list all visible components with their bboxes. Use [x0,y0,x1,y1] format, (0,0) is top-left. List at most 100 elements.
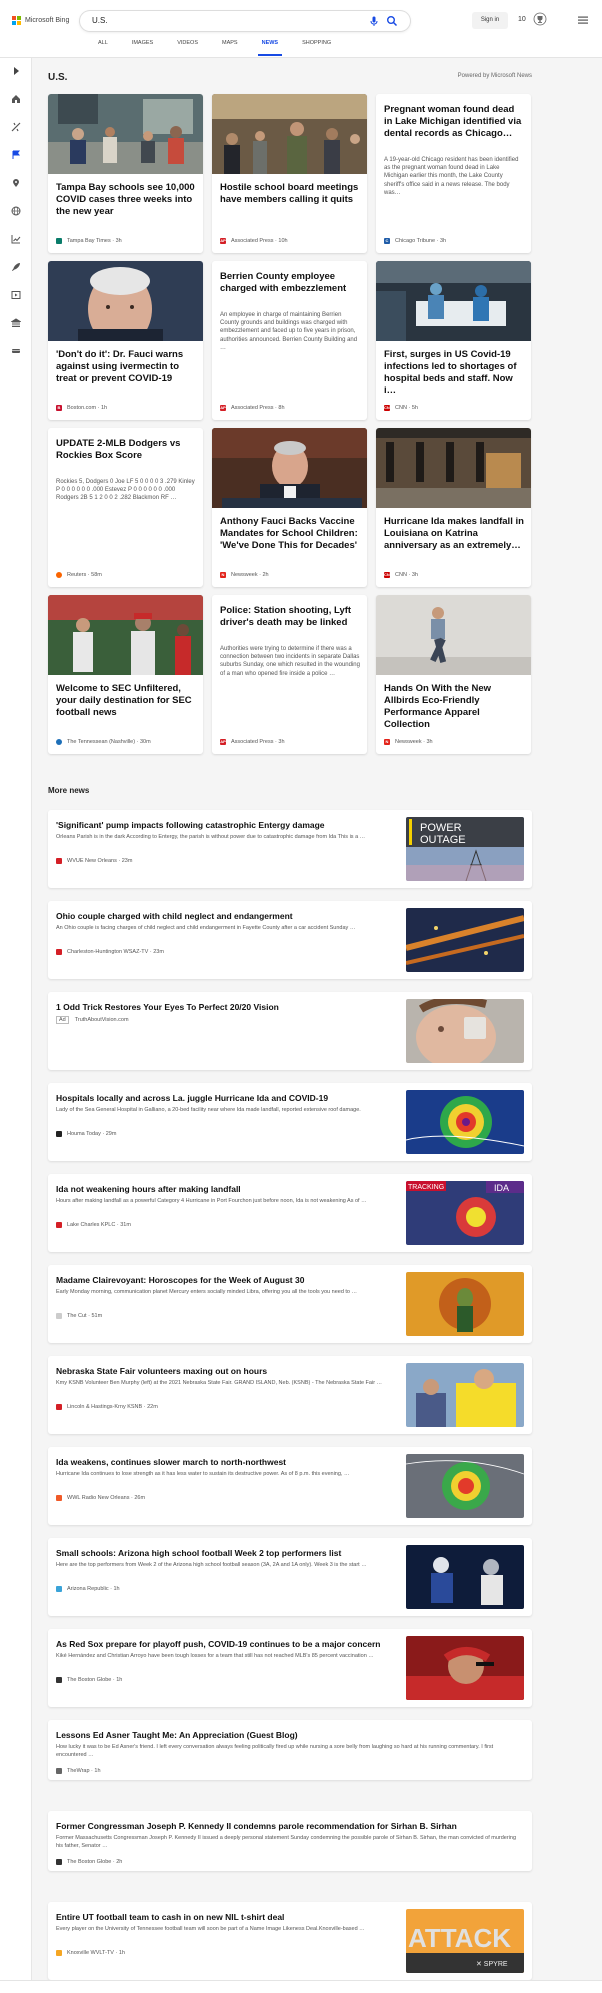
card-title[interactable]: Hostile school board meetings have membe… [220,182,360,206]
more-news-item[interactable]: Madame Clairevoyant: Horoscopes for the … [48,1265,532,1343]
flag-icon[interactable] [11,150,21,160]
microphone-icon[interactable] [368,15,380,27]
more-news-title[interactable]: Madame Clairevoyant: Horoscopes for the … [56,1275,406,1285]
more-news-item[interactable]: As Red Sox prepare for playoff push, COV… [48,1629,532,1707]
search-input[interactable]: U.S. [92,16,108,25]
card-time: 8h [278,405,285,411]
location-icon[interactable] [11,178,21,188]
search-box[interactable]: U.S. [80,11,410,31]
more-news-title[interactable]: Ida not weakening hours after making lan… [56,1184,406,1194]
more-news-title[interactable]: Entire UT football team to cash in on ne… [56,1912,406,1922]
card-title[interactable]: Pregnant woman found dead in Lake Michig… [384,104,524,140]
more-news-item[interactable]: Former Congressman Joseph P. Kennedy II … [48,1811,532,1871]
more-news-item[interactable]: Ohio couple charged with child neglect a… [48,901,532,979]
card-time: 3h [426,739,433,745]
bank-icon[interactable] [11,318,21,328]
source-name: Associated Press [231,739,274,745]
more-news-item[interactable]: Ida weakens, continues slower march to n… [48,1447,532,1525]
news-card[interactable]: Welcome to SEC Unfiltered, your daily de… [48,595,203,754]
card-title[interactable]: First, surges in US Covid-19 infections … [384,349,524,397]
card-source: AP Associated Press · 8h [220,405,285,411]
expand-icon[interactable] [11,66,21,76]
more-news-thumbnail[interactable] [406,1363,524,1427]
more-news-title[interactable]: Nebraska State Fair volunteers maxing ou… [56,1366,406,1376]
more-news-item[interactable]: Lessons Ed Asner Taught Me: An Appreciat… [48,1720,532,1780]
news-card[interactable]: Tampa Bay schools see 10,000 COVID cases… [48,94,203,253]
signin-button[interactable]: Sign in [472,12,508,29]
more-news-thumbnail[interactable]: POWEROUTAGE [406,817,524,881]
more-news-thumbnail[interactable]: ATTACK ✕ SPYRE [406,1909,524,1973]
more-news-title[interactable]: As Red Sox prepare for playoff push, COV… [56,1639,406,1649]
news-card[interactable]: 'Don't do it': Dr. Fauci warns against u… [48,261,203,420]
news-card[interactable]: Hands On With the New Allbirds Eco-Frien… [376,595,531,754]
globe-icon[interactable] [11,206,21,216]
car-icon[interactable] [11,346,21,356]
more-news-title[interactable]: Lessons Ed Asner Taught Me: An Appreciat… [56,1730,522,1740]
more-news-item[interactable]: Small schools: Arizona high school footb… [48,1538,532,1616]
more-news-item[interactable]: Hospitals locally and across La. juggle … [48,1083,532,1161]
rewards-points[interactable]: 10 [518,16,526,23]
rewards-trophy-icon[interactable] [533,12,547,26]
more-news-thumbnail[interactable] [406,999,524,1063]
more-news-title[interactable]: Former Congressman Joseph P. Kennedy II … [56,1821,522,1831]
more-news-title[interactable]: 'Significant' pump impacts following cat… [56,820,406,830]
news-card[interactable]: First, surges in US Covid-19 infections … [376,261,531,420]
more-news-title[interactable]: Hospitals locally and across La. juggle … [56,1093,406,1103]
rocket-icon[interactable] [11,262,21,272]
news-card[interactable]: Pregnant woman found dead in Lake Michig… [376,94,531,253]
news-card[interactable]: Anthony Fauci Backs Vaccine Mandates for… [212,428,367,587]
home-icon[interactable] [11,94,21,104]
card-title[interactable]: Anthony Fauci Backs Vaccine Mandates for… [220,516,360,552]
news-card[interactable]: Hostile school board meetings have membe… [212,94,367,253]
hamburger-menu-icon[interactable] [578,15,588,25]
card-title[interactable]: Hurricane Ida makes landfall in Louisian… [384,516,524,552]
more-news-thumbnail[interactable] [406,1636,524,1700]
more-news-thumbnail[interactable]: TRACKING IDA [406,1181,524,1245]
more-news-thumbnail[interactable] [406,1090,524,1154]
more-news-title[interactable]: 1 Odd Trick Restores Your Eyes To Perfec… [56,1002,406,1012]
card-time: 5h [411,405,418,411]
more-news-title[interactable]: Ohio couple charged with child neglect a… [56,911,406,921]
source-logo-icon [56,1586,62,1592]
more-news-item[interactable]: Nebraska State Fair volunteers maxing ou… [48,1356,532,1434]
tab-videos[interactable]: VIDEOS [165,40,210,58]
more-news-item[interactable]: Entire UT football team to cash in on ne… [48,1902,532,1980]
tab-maps[interactable]: MAPS [210,40,250,58]
news-card[interactable]: Police: Station shooting, Lyft driver's … [212,595,367,754]
film-icon[interactable] [11,290,21,300]
search-icon[interactable] [386,15,398,27]
card-source: The Tennessean (Nashville) · 30m [56,739,151,745]
more-news-item[interactable]: 'Significant' pump impacts following cat… [48,810,532,888]
powered-by[interactable]: Powered by Microsoft News [458,73,532,79]
card-title[interactable]: 'Don't do it': Dr. Fauci warns against u… [56,349,196,385]
news-card[interactable]: UPDATE 2-MLB Dodgers vs Rockies Box Scor… [48,428,203,587]
card-title[interactable]: Tampa Bay schools see 10,000 COVID cases… [56,182,196,218]
news-card[interactable]: Hurricane Ida makes landfall in Louisian… [376,428,531,587]
more-news-thumbnail[interactable] [406,1545,524,1609]
discover-icon[interactable] [11,122,21,132]
card-title[interactable]: UPDATE 2-MLB Dodgers vs Rockies Box Scor… [56,438,196,462]
card-title[interactable]: Hands On With the New Allbirds Eco-Frien… [384,683,524,731]
more-news-thumbnail[interactable] [406,908,524,972]
card-title[interactable]: Berrien County employee charged with emb… [220,271,360,295]
source-logo-icon [56,1131,62,1137]
source-name: Newsweek [231,572,258,578]
card-description: A 19-year-old Chicago resident has been … [384,157,519,196]
card-title[interactable]: Welcome to SEC Unfiltered, your daily de… [56,683,196,719]
card-title[interactable]: Police: Station shooting, Lyft driver's … [220,605,360,629]
chart-icon[interactable] [11,234,21,244]
more-news-item[interactable]: 1 Odd Trick Restores Your Eyes To Perfec… [48,992,532,1070]
more-news-item[interactable]: Ida not weakening hours after making lan… [48,1174,532,1252]
more-news-thumbnail[interactable] [406,1454,524,1518]
more-news-title[interactable]: Small schools: Arizona high school footb… [56,1548,406,1558]
tab-news[interactable]: NEWS [250,40,291,58]
news-card[interactable]: Berrien County employee charged with emb… [212,261,367,420]
more-news-title[interactable]: Ida weakens, continues slower march to n… [56,1457,406,1467]
tab-all[interactable]: ALL [86,40,120,58]
tab-images[interactable]: IMAGES [120,40,165,58]
more-news-source: Charleston-Huntington WSAZ-TV · 23m [56,949,164,955]
tab-shopping[interactable]: SHOPPING [290,40,343,58]
source-name: The Boston Globe [67,1859,112,1865]
more-news-thumbnail[interactable] [406,1272,524,1336]
bing-logo[interactable]: Microsoft Bing [12,16,69,25]
